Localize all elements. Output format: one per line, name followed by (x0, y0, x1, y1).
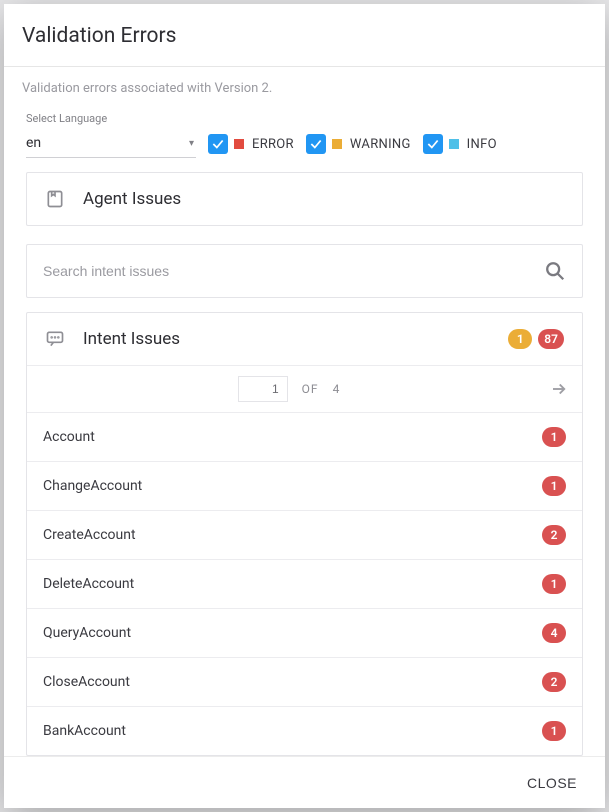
intent-search-panel (26, 244, 583, 298)
intent-error-count: 1 (542, 574, 566, 594)
intent-issues-panel: Intent Issues 1 87 OF 4 (26, 312, 583, 756)
dialog-header: Validation Errors (4, 4, 605, 67)
intent-issues-badges: 1 87 (508, 329, 564, 349)
search-icon[interactable] (544, 260, 566, 282)
intent-name: Account (43, 429, 95, 445)
pager-total: 4 (333, 382, 340, 396)
info-swatch-icon (449, 139, 459, 149)
filter-error: ERROR (208, 134, 294, 158)
intent-error-count: 2 (542, 672, 566, 692)
intent-name: CloseAccount (43, 674, 130, 690)
intent-issues-title: Intent Issues (83, 329, 490, 349)
language-value: en (26, 135, 41, 151)
warning-swatch-icon (332, 139, 342, 149)
filter-row: Select Language en ▾ ERROR (26, 110, 583, 172)
filter-warning: WARNING (306, 134, 411, 158)
book-icon (45, 189, 65, 209)
page-number-input[interactable] (238, 376, 288, 402)
intent-row-changeaccount[interactable]: ChangeAccount 1 (27, 461, 582, 510)
intent-row-deleteaccount[interactable]: DeleteAccount 1 (27, 559, 582, 608)
info-filter-label: INFO (467, 137, 497, 152)
intent-error-count: 1 (542, 476, 566, 496)
intent-name: ChangeAccount (43, 478, 142, 494)
language-dropdown[interactable]: en ▾ (26, 133, 196, 158)
filter-info: INFO (423, 134, 497, 158)
error-filter-label: ERROR (252, 137, 294, 152)
intent-error-count: 2 (542, 525, 566, 545)
language-label: Select Language (26, 112, 196, 125)
intent-error-badge: 87 (538, 329, 564, 349)
validation-errors-dialog: Validation Errors Validation errors asso… (4, 4, 605, 808)
intent-row-createaccount[interactable]: CreateAccount 2 (27, 510, 582, 559)
intent-pager: OF 4 (27, 365, 582, 412)
intent-name: BankAccount (43, 723, 126, 739)
pager-of-label: OF (302, 382, 319, 396)
next-page-button[interactable] (550, 380, 568, 398)
language-selector: Select Language en ▾ (26, 112, 196, 158)
intent-issues-header[interactable]: Intent Issues 1 87 (27, 313, 582, 365)
intent-row-closeaccount[interactable]: CloseAccount 2 (27, 657, 582, 706)
intent-name: DeleteAccount (43, 576, 134, 592)
intent-row-queryaccount[interactable]: QueryAccount 4 (27, 608, 582, 657)
warning-checkbox[interactable] (306, 134, 326, 154)
intent-name: QueryAccount (43, 625, 131, 641)
dialog-footer: CLOSE (4, 756, 605, 808)
intent-list: Account 1 ChangeAccount 1 CreateAccount … (27, 412, 582, 755)
error-checkbox[interactable] (208, 134, 228, 154)
chevron-down-icon: ▾ (189, 138, 194, 149)
intent-row-bankaccount[interactable]: BankAccount 1 (27, 706, 582, 755)
search-input[interactable] (43, 263, 544, 279)
intent-error-count: 1 (542, 721, 566, 741)
intent-error-count: 4 (542, 623, 566, 643)
error-swatch-icon (234, 139, 244, 149)
modal-backdrop: Validation Errors Validation errors asso… (0, 0, 609, 812)
dialog-body[interactable]: Select Language en ▾ ERROR (4, 110, 605, 756)
dialog-title: Validation Errors (22, 24, 587, 48)
agent-issues-header[interactable]: Agent Issues (27, 173, 582, 225)
intent-name: CreateAccount (43, 527, 136, 543)
intent-row-account[interactable]: Account 1 (27, 412, 582, 461)
close-button[interactable]: CLOSE (523, 767, 581, 799)
info-checkbox[interactable] (423, 134, 443, 154)
agent-issues-panel: Agent Issues (26, 172, 583, 226)
agent-issues-title: Agent Issues (83, 189, 564, 209)
intent-warning-badge: 1 (508, 329, 532, 349)
dialog-subtitle: Validation errors associated with Versio… (4, 67, 605, 110)
chat-icon (45, 329, 65, 349)
intent-error-count: 1 (542, 427, 566, 447)
warning-filter-label: WARNING (350, 137, 411, 152)
